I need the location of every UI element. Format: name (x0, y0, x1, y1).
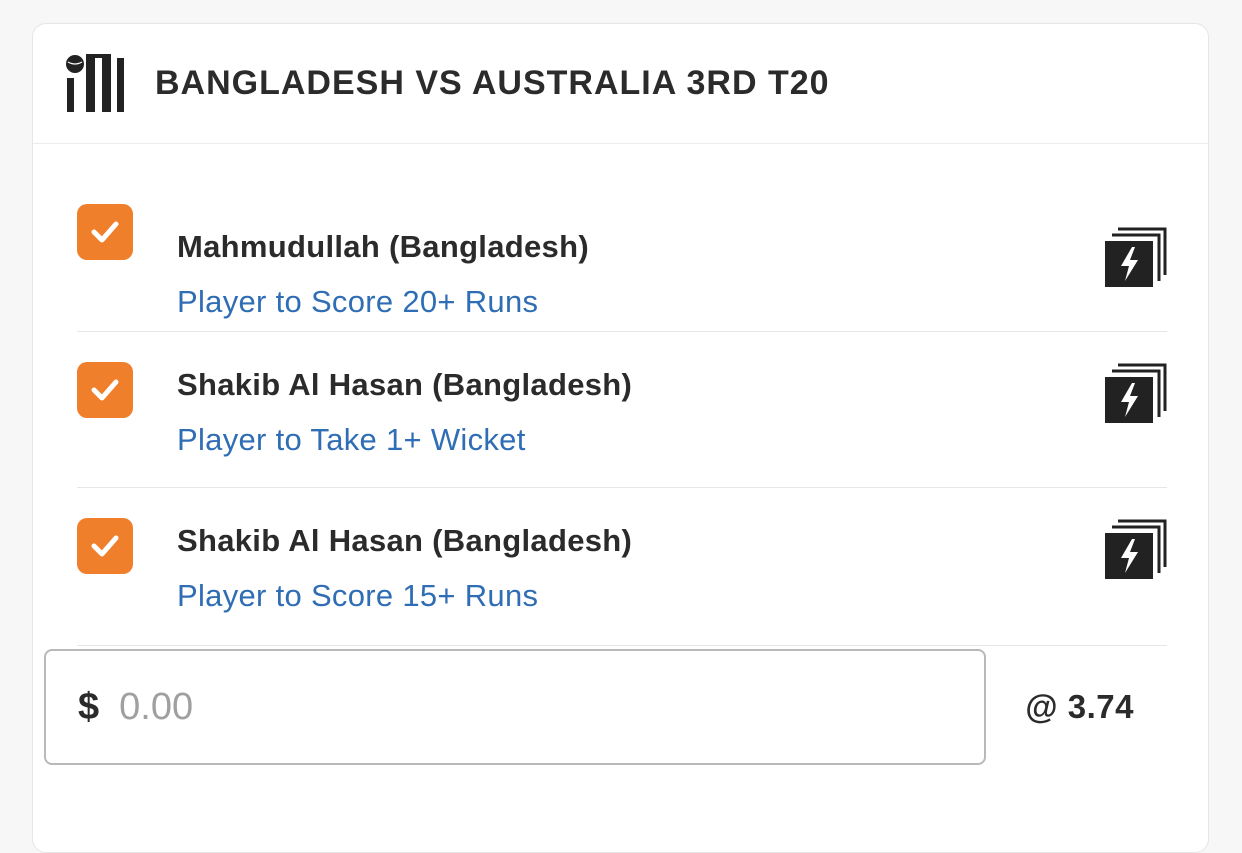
selection-checkbox[interactable] (77, 204, 133, 260)
boost-icon[interactable] (1105, 519, 1167, 581)
cricket-icon (61, 52, 125, 116)
stake-input[interactable] (117, 684, 822, 730)
selection-checkbox[interactable] (77, 362, 133, 418)
selection-list: Mahmudullah (Bangladesh) Player to Score… (77, 145, 1167, 646)
boost-icon[interactable] (1105, 227, 1167, 289)
player-name: Shakib Al Hasan (Bangladesh) (177, 523, 633, 558)
card-header: BANGLADESH VS AUSTRALIA 3RD T20 (33, 24, 1208, 144)
player-name: Shakib Al Hasan (Bangladesh) (177, 367, 633, 402)
checkmark-icon (91, 379, 119, 401)
market-link[interactable]: Player to Score 15+ Runs (177, 578, 538, 614)
selection-checkbox[interactable] (77, 518, 133, 574)
stake-field[interactable]: $ (44, 649, 986, 765)
checkmark-icon (91, 221, 119, 243)
market-link[interactable]: Player to Score 20+ Runs (177, 284, 538, 320)
market-link[interactable]: Player to Take 1+ Wicket (177, 422, 526, 458)
boost-icon[interactable] (1105, 363, 1167, 425)
selection-row: Shakib Al Hasan (Bangladesh) Player to S… (77, 488, 1167, 646)
player-name: Mahmudullah (Bangladesh) (177, 229, 589, 264)
stake-row: $ @ 3.74 (44, 649, 1134, 767)
checkmark-icon (91, 535, 119, 557)
selection-row: Shakib Al Hasan (Bangladesh) Player to T… (77, 332, 1167, 488)
match-title: BANGLADESH VS AUSTRALIA 3RD T20 (155, 64, 830, 102)
combined-odds: @ 3.74 (1025, 688, 1134, 725)
currency-symbol: $ (78, 685, 100, 728)
selection-row: Mahmudullah (Bangladesh) Player to Score… (77, 145, 1167, 332)
